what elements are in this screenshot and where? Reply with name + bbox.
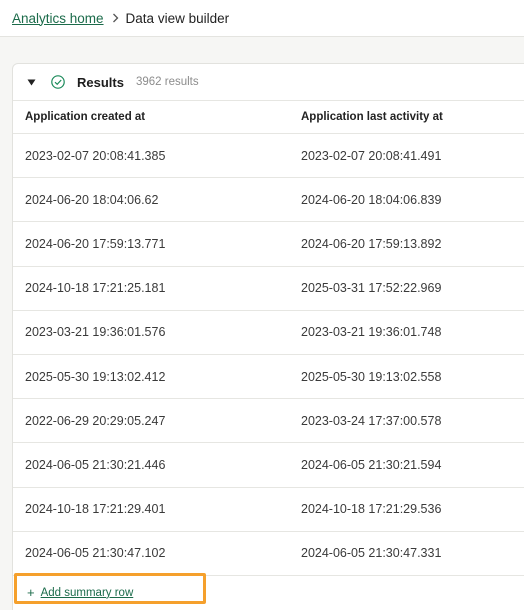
top-bar: Analytics home Data view builder xyxy=(0,0,524,37)
cell-created-at: 2022-06-29 20:29:05.247 xyxy=(25,413,166,428)
table-row: 2024-06-20 18:04:06.62 2024-06-20 18:04:… xyxy=(13,178,524,223)
cell-last-activity-at: 2024-06-05 21:30:21.594 xyxy=(301,457,442,472)
cell-last-activity-at: 2024-06-20 17:59:13.892 xyxy=(301,236,442,251)
table-header: Application created at Application last … xyxy=(13,101,524,134)
table-row: 2023-02-07 20:08:41.385 2023-02-07 20:08… xyxy=(13,134,524,179)
results-header: Results 3962 results xyxy=(13,64,524,101)
cell-last-activity-at: 2025-03-31 17:52:22.969 xyxy=(301,281,442,296)
table-row: 2023-03-21 19:36:01.576 2023-03-21 19:36… xyxy=(13,311,524,355)
cell-created-at: 2024-10-18 17:21:29.401 xyxy=(25,502,166,517)
column-header-created-at[interactable]: Application created at xyxy=(13,111,289,123)
add-summary-row-label: Add summary row xyxy=(40,586,134,599)
collapse-caret-icon[interactable] xyxy=(27,79,37,86)
cell-last-activity-at: 2025-05-30 19:13:02.558 xyxy=(301,369,442,384)
results-count: 3962 results xyxy=(135,76,199,88)
cell-created-at: 2024-06-20 17:59:13.771 xyxy=(25,236,166,251)
cell-created-at: 2025-05-30 19:13:02.412 xyxy=(25,369,166,384)
plus-icon: + xyxy=(27,585,35,601)
column-header-last-activity-at[interactable]: Application last activity at xyxy=(289,111,524,123)
add-summary-row-button[interactable]: + Add summary row xyxy=(13,576,524,610)
breadcrumb-home-link[interactable]: Analytics home xyxy=(12,11,104,26)
cell-last-activity-at: 2024-06-05 21:30:47.331 xyxy=(301,546,442,561)
table-row: 2024-10-18 17:21:25.181 2025-03-31 17:52… xyxy=(13,267,524,311)
cell-last-activity-at: 2023-02-07 20:08:41.491 xyxy=(301,148,442,163)
cell-created-at: 2023-03-21 19:36:01.576 xyxy=(25,325,166,340)
cell-last-activity-at: 2023-03-24 17:37:00.578 xyxy=(301,413,442,428)
table-row: 2024-06-05 21:30:21.446 2024-06-05 21:30… xyxy=(13,443,524,488)
table-row: 2024-06-20 17:59:13.771 2024-06-20 17:59… xyxy=(13,222,524,267)
table-body: 2023-02-07 20:08:41.385 2023-02-07 20:08… xyxy=(13,134,524,576)
breadcrumb-current: Data view builder xyxy=(125,10,230,26)
table-row: 2022-06-29 20:29:05.247 2023-03-24 17:37… xyxy=(13,399,524,444)
cell-created-at: 2024-06-05 21:30:47.102 xyxy=(25,546,166,561)
cell-last-activity-at: 2023-03-21 19:36:01.748 xyxy=(301,325,442,340)
table-row: 2024-06-05 21:30:47.102 2024-06-05 21:30… xyxy=(13,532,524,576)
table-row: 2024-10-18 17:21:29.401 2024-10-18 17:21… xyxy=(13,488,524,532)
table-row: 2025-05-30 19:13:02.412 2025-05-30 19:13… xyxy=(13,355,524,400)
cell-created-at: 2023-02-07 20:08:41.385 xyxy=(25,148,166,163)
results-panel: Results 3962 results Application created… xyxy=(12,63,524,610)
cell-created-at: 2024-10-18 17:21:25.181 xyxy=(25,281,166,296)
chevron-right-icon xyxy=(112,13,119,23)
cell-last-activity-at: 2024-06-20 18:04:06.839 xyxy=(301,192,442,207)
check-circle-icon xyxy=(51,75,65,89)
cell-last-activity-at: 2024-10-18 17:21:29.536 xyxy=(301,502,442,517)
results-title: Results xyxy=(77,74,124,90)
cell-created-at: 2024-06-05 21:30:21.446 xyxy=(25,457,166,472)
cell-created-at: 2024-06-20 18:04:06.62 xyxy=(25,192,159,207)
